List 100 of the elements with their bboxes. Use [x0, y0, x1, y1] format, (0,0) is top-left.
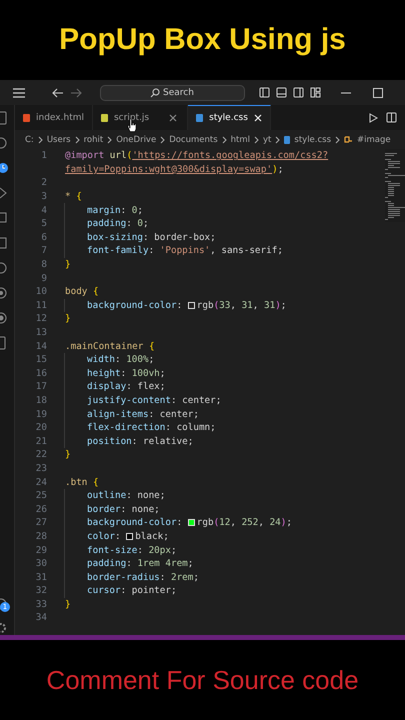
color-swatch[interactable] — [126, 532, 134, 540]
line-number: 25 — [34, 490, 47, 502]
code-token: 0 — [137, 218, 143, 230]
code-token: padding — [87, 558, 126, 570]
breadcrumb-item[interactable]: Users — [46, 134, 71, 144]
code-token: 20px — [148, 544, 171, 556]
code-token: ( — [126, 150, 132, 162]
code-token: border — [87, 504, 121, 515]
code-token: justify-content — [87, 394, 171, 406]
code-token: 100% — [126, 354, 149, 366]
code-token: , — [252, 300, 260, 311]
code-token: : — [126, 558, 133, 570]
code-token: { — [93, 286, 99, 298]
code-token: 100vh — [132, 368, 160, 379]
code-token: url — [110, 150, 127, 162]
color-swatch[interactable] — [188, 302, 195, 309]
search-field[interactable]: Search — [100, 84, 245, 100]
breadcrumb-item[interactable]: rohit — [84, 134, 104, 144]
line-number: 4 — [40, 204, 47, 216]
clock-icon[interactable] — [0, 161, 10, 175]
line-number: 22 — [34, 449, 47, 460]
chevron-icon — [335, 136, 340, 144]
code-token: 'Poppins' — [160, 245, 210, 256]
code-token: : pointer; — [120, 585, 177, 596]
breadcrumb-item[interactable]: Documents — [169, 134, 218, 144]
color-swatch[interactable] — [188, 519, 195, 526]
code-token: flex-direction — [87, 422, 166, 434]
code-token: ; — [137, 204, 144, 216]
code-token: { — [148, 340, 155, 352]
code-token: 12 — [219, 517, 230, 528]
line-number: 10 — [34, 286, 47, 298]
line-number: 1 — [40, 150, 47, 162]
run-icon[interactable] — [0, 186, 8, 200]
code-token: font-size — [87, 544, 138, 556]
code-token: : — [176, 300, 184, 311]
breadcrumb-item[interactable]: html — [230, 134, 250, 144]
code-token: .btn — [65, 476, 88, 488]
code-token: outline — [87, 490, 126, 502]
code-token: ; — [193, 572, 199, 583]
line-number: 14 — [34, 340, 47, 352]
code-token: : — [126, 218, 133, 230]
code-token: : — [120, 204, 128, 216]
split-editor-icon[interactable] — [386, 112, 397, 123]
code-token: ; — [148, 354, 154, 366]
code-token: : — [115, 354, 122, 366]
css-file-icon — [196, 114, 204, 122]
line-number: 2 — [40, 177, 47, 188]
caption: Comment For Source code — [46, 664, 359, 696]
code-token: , sans-serif; — [210, 245, 283, 256]
code-token: background-color — [87, 517, 177, 528]
chevron-icon — [222, 136, 227, 144]
code-token: 33 — [219, 300, 230, 311]
code-token: cursor — [87, 585, 121, 596]
code-token: : border-box; — [142, 232, 216, 243]
code-token: : center; — [170, 394, 222, 406]
chevron-icon — [107, 136, 112, 144]
breadcrumb-item[interactable]: #image — [357, 134, 391, 144]
js-file-icon — [100, 114, 108, 122]
line-number: 19 — [34, 408, 47, 420]
code-token: height — [87, 368, 121, 379]
line-number: 16 — [34, 368, 47, 379]
line-number: 15 — [34, 354, 47, 366]
code-token: 'https://fonts.googleapis.com/css2? — [132, 150, 328, 162]
maximize-icon[interactable] — [373, 88, 383, 98]
code-token: 31 — [242, 300, 253, 311]
line-number: 18 — [34, 394, 47, 406]
settings-icon[interactable] — [0, 621, 8, 635]
code-token: : — [176, 517, 184, 528]
record-icon[interactable] — [0, 311, 8, 325]
breadcrumb-item[interactable]: OneDrive — [116, 134, 156, 144]
code-token: : center; — [148, 408, 199, 420]
code-token: : column; — [165, 422, 216, 434]
editor-tab[interactable]: style.css — [188, 105, 271, 130]
line-number: 3 — [40, 191, 47, 202]
code-token: border-radius — [87, 572, 160, 583]
code-token: ) — [275, 300, 281, 311]
code-token: 252 — [242, 517, 258, 528]
split-layout-icon[interactable] — [293, 87, 304, 98]
breadcrumb-item[interactable]: yt — [263, 134, 272, 144]
grid-layout-icon[interactable] — [310, 87, 321, 98]
run-icon[interactable] — [369, 112, 378, 122]
code-token: rgb — [196, 517, 214, 528]
code-token: ; — [160, 368, 166, 379]
code-token: black; — [135, 530, 169, 542]
code-token: @import — [65, 150, 106, 162]
forward-arrow-icon[interactable] — [70, 88, 82, 98]
code-token: ) — [280, 517, 286, 528]
code-token: , — [230, 300, 237, 311]
css-file-icon — [284, 136, 290, 144]
back-arrow-icon[interactable] — [52, 88, 64, 98]
menu-icon[interactable] — [12, 88, 26, 98]
panel-layout-icon[interactable] — [276, 87, 287, 98]
sidebar-layout-icon[interactable] — [259, 87, 270, 98]
minimize-icon[interactable] — [341, 92, 351, 94]
line-number: 23 — [34, 462, 47, 474]
breadcrumb-item[interactable]: C: — [25, 134, 34, 144]
breadcrumb-item[interactable]: style.css — [294, 134, 332, 144]
code-token: ; — [143, 218, 149, 230]
line-number: 5 — [40, 218, 47, 230]
line-number: 20 — [34, 422, 47, 434]
